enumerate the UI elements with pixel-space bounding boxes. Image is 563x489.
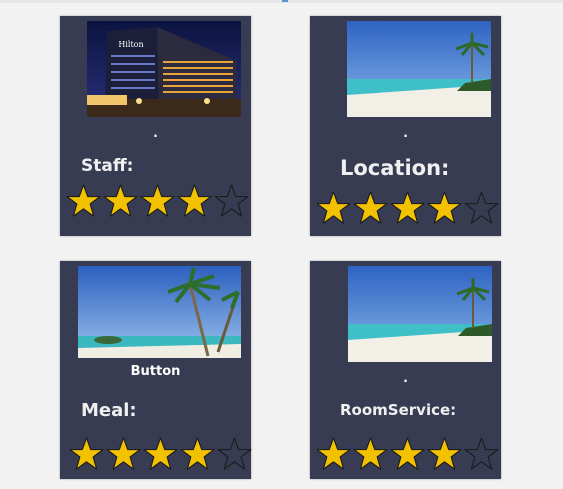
rating-label: Meal: bbox=[81, 400, 137, 421]
hotel-sign: Hilton bbox=[118, 40, 143, 49]
card-caption: . bbox=[153, 126, 158, 140]
star-filled-icon[interactable] bbox=[69, 437, 104, 472]
star-filled-icon[interactable] bbox=[143, 437, 178, 472]
rating-card-meal: Button Meal: bbox=[60, 261, 254, 479]
star-filled-icon[interactable] bbox=[103, 184, 138, 219]
star-filled-icon[interactable] bbox=[316, 191, 351, 226]
star-filled-icon[interactable] bbox=[140, 184, 175, 219]
rating-label: RoomService: bbox=[340, 401, 457, 419]
card-caption: . bbox=[403, 371, 408, 385]
star-filled-icon[interactable] bbox=[427, 437, 462, 472]
card-caption: . bbox=[403, 126, 408, 140]
star-empty-icon[interactable] bbox=[214, 184, 249, 219]
rating-card-staff: Hilton . Staff: bbox=[60, 16, 251, 236]
star-rating[interactable] bbox=[69, 437, 254, 472]
star-filled-icon[interactable] bbox=[353, 191, 388, 226]
palm-beach-photo bbox=[78, 266, 241, 358]
star-rating[interactable] bbox=[316, 437, 501, 472]
star-rating[interactable] bbox=[316, 191, 501, 226]
star-empty-icon[interactable] bbox=[464, 191, 499, 226]
top-indicator bbox=[282, 0, 288, 2]
rating-card-roomservice: . RoomService: bbox=[310, 261, 501, 479]
star-filled-icon[interactable] bbox=[353, 437, 388, 472]
hotel-photo: Hilton bbox=[87, 21, 241, 117]
card-button[interactable]: Button bbox=[60, 364, 251, 379]
star-filled-icon[interactable] bbox=[316, 437, 351, 472]
star-rating[interactable] bbox=[66, 184, 251, 219]
beach-photo bbox=[347, 21, 491, 117]
star-empty-icon[interactable] bbox=[217, 437, 252, 472]
star-filled-icon[interactable] bbox=[106, 437, 141, 472]
rating-label: Location: bbox=[340, 156, 450, 180]
star-filled-icon[interactable] bbox=[390, 437, 425, 472]
star-filled-icon[interactable] bbox=[177, 184, 212, 219]
star-filled-icon[interactable] bbox=[390, 191, 425, 226]
rating-label: Staff: bbox=[81, 156, 134, 176]
star-filled-icon[interactable] bbox=[66, 184, 101, 219]
star-filled-icon[interactable] bbox=[427, 191, 462, 226]
rating-card-location: . Location: bbox=[310, 16, 501, 236]
star-filled-icon[interactable] bbox=[180, 437, 215, 472]
top-bar bbox=[0, 0, 563, 3]
beach-photo bbox=[348, 266, 492, 362]
star-empty-icon[interactable] bbox=[464, 437, 499, 472]
